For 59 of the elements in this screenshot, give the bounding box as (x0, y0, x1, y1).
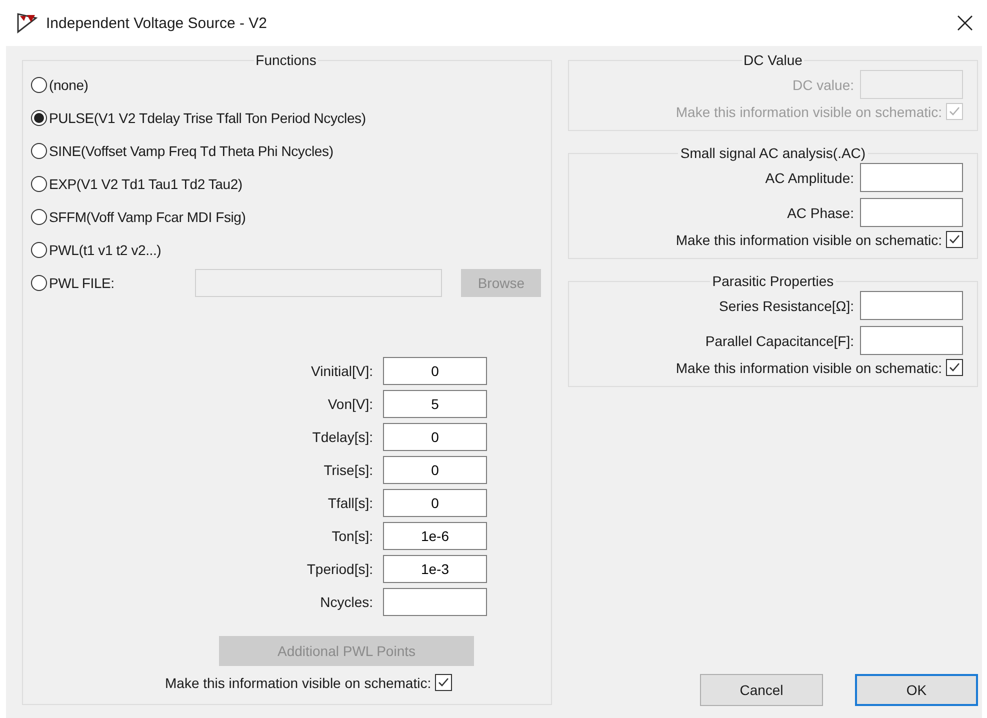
app-logo-icon (16, 12, 38, 34)
input-field[interactable] (860, 291, 963, 320)
checkbox[interactable] (435, 674, 452, 691)
group-title: Functions (254, 52, 318, 68)
parameter-label: Vinitial[V]: (310, 363, 373, 379)
checkbox-label: Make this information visible on schematic: (676, 104, 942, 120)
parameter-label: Von[V]: (326, 396, 373, 412)
window-title: Independent Voltage Source - V2 (46, 14, 268, 32)
checkbox-label: Make this information visible on schematic: (165, 674, 432, 690)
group-title: Parasitic Properties (711, 273, 835, 289)
parameter-field[interactable]: 0 (383, 357, 487, 385)
radio-button[interactable] (31, 76, 47, 92)
group-title: Small signal AC analysis(.AC) (679, 145, 867, 161)
input-field[interactable] (860, 163, 963, 192)
field-label: DC value: (792, 76, 854, 92)
checkmark-icon (437, 676, 450, 689)
radio-button[interactable] (31, 110, 47, 126)
checkbox[interactable] (946, 231, 963, 248)
radio-label[interactable]: SFFM(Voff Vamp Fcar MDI Fsig) (49, 208, 246, 224)
radio-label[interactable]: PULSE(V1 V2 Tdelay Trise Tfall Ton Period Ncycles) (49, 110, 366, 126)
checkbox-label: Make this information visible on schematic: (676, 232, 942, 248)
radio-label[interactable]: PWL FILE: (49, 274, 114, 290)
radio-button[interactable] (31, 176, 47, 192)
parameter-label: Tfall[s]: (326, 495, 373, 511)
group-title: DC Value (742, 52, 804, 68)
field-label: AC Phase: (787, 204, 854, 220)
parameter-label: Trise[s]: (322, 462, 373, 478)
radio-button[interactable] (31, 208, 47, 224)
checkmark-icon (948, 233, 961, 246)
checkmark-icon (948, 361, 961, 374)
radio-label[interactable]: PWL(t1 v1 t2 v2...) (49, 242, 162, 258)
checkmark-icon (948, 105, 961, 118)
parameter-field[interactable]: 0 (383, 456, 487, 484)
parameter-label: Ncycles: (319, 594, 373, 610)
parameter-label: Ton[s]: (330, 528, 373, 544)
input-field[interactable] (860, 326, 963, 355)
parameter-field[interactable]: 0 (383, 423, 487, 451)
radio-button[interactable] (31, 274, 47, 290)
field-label: Parallel Capacitance[F]: (705, 332, 854, 348)
dialog-button[interactable]: OK (855, 674, 978, 706)
parameter-label: Tdelay[s]: (311, 429, 373, 445)
parameter-label: Tperiod[s]: (306, 561, 373, 577)
parameter-field[interactable]: 1e-6 (383, 522, 487, 550)
parameter-field[interactable]: 0 (383, 489, 487, 517)
radio-label[interactable]: EXP(V1 V2 Td1 Tau1 Td2 Tau2) (49, 176, 242, 192)
radio-label[interactable]: (none) (49, 76, 88, 92)
parameter-field[interactable]: 1e-3 (383, 555, 487, 583)
input-field[interactable] (860, 198, 963, 227)
dialog-button[interactable]: Cancel (700, 674, 823, 706)
parameter-field[interactable]: 5 (383, 390, 487, 418)
field-label: Series Resistance[Ω]: (719, 298, 854, 314)
field-label: AC Amplitude: (765, 170, 854, 186)
radio-button[interactable] (31, 142, 47, 158)
checkbox-label: Make this information visible on schematic: (676, 360, 942, 376)
radio-button[interactable] (31, 242, 47, 258)
radio-label[interactable]: SINE(Voffset Vamp Freq Td Theta Phi Ncycles) (49, 142, 334, 158)
parameter-field[interactable] (383, 588, 487, 616)
checkbox[interactable] (946, 359, 963, 376)
close-icon[interactable] (957, 15, 973, 31)
